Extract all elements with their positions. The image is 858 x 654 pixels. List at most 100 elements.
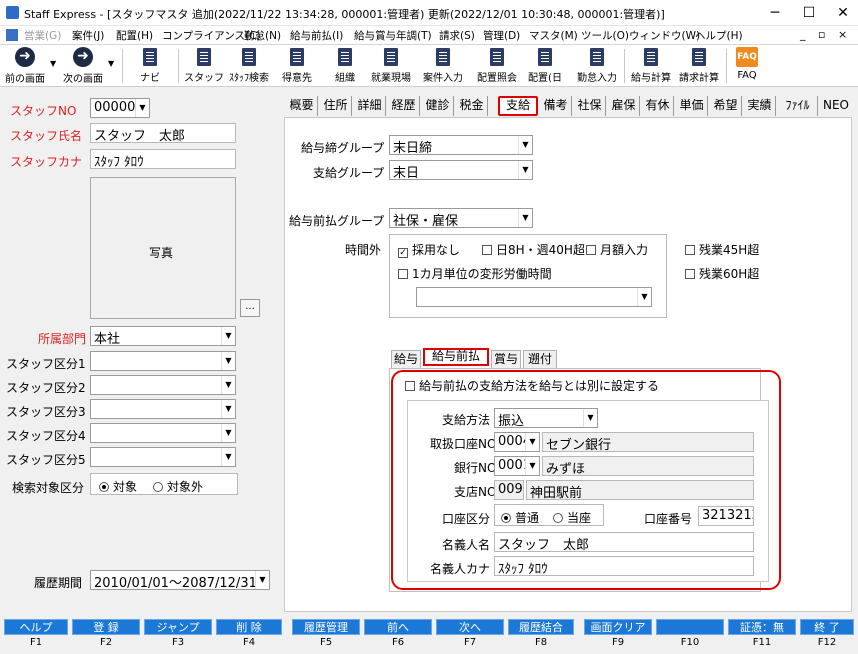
navi-button[interactable]: ナビ xyxy=(130,45,170,87)
history-merge-button[interactable]: 履歴結合 xyxy=(508,619,574,635)
mdi-minimize-button[interactable]: _ xyxy=(800,28,806,41)
clear-screen-button[interactable]: 画面クリア xyxy=(584,619,652,635)
payroll-group-combo[interactable]: 末日締 ▼ xyxy=(389,135,533,155)
staff-kana-field[interactable]: ｽﾀｯﾌ ﾀﾛｳ xyxy=(90,149,236,169)
tab-notes[interactable]: 備考 xyxy=(540,96,572,116)
chevron-down-icon[interactable]: ▼ xyxy=(221,352,235,370)
chevron-down-icon[interactable]: ▼ xyxy=(135,99,149,117)
tab-tax[interactable]: 税金 xyxy=(456,96,488,116)
menu-window[interactable]: ウィンドウ(W) xyxy=(629,28,700,43)
tab-neo[interactable]: NEO xyxy=(820,96,852,116)
tab-paid-leave[interactable]: 有休 xyxy=(642,96,674,116)
staff-search-button[interactable]: ｽﾀｯﾌ検索 xyxy=(226,45,272,87)
photo-browse-button[interactable]: ... xyxy=(240,299,260,317)
faq-button[interactable]: FAQ FAQ xyxy=(730,45,764,87)
tab-files[interactable]: ﾌｧｲﾙ xyxy=(778,96,818,116)
dept-combo[interactable]: 本社 ▼ xyxy=(90,326,236,346)
menu-kyuyo-maebarai[interactable]: 給与前払(I) xyxy=(290,28,343,43)
chevron-down-icon[interactable]: ▼ xyxy=(108,59,114,68)
subtab-salary-advance[interactable]: 給与前払 xyxy=(423,348,489,366)
advance-group-combo[interactable]: 社保・雇保 ▼ xyxy=(389,208,533,228)
mdi-close-button[interactable]: × xyxy=(838,28,847,41)
subtab-retroactive[interactable]: 遡付 xyxy=(523,350,557,368)
separate-method-checkbox[interactable]: 給与前払の支給方法を給与とは別に設定する xyxy=(405,377,659,394)
chevron-down-icon[interactable]: ▼ xyxy=(525,457,539,475)
staff-name-field[interactable]: スタッフ 太郎 xyxy=(90,123,236,143)
tab-payment[interactable]: 支給 xyxy=(498,96,538,116)
prev-screen-button[interactable]: ➜ 前の画面 xyxy=(2,45,48,87)
method-combo[interactable]: 振込 ▼ xyxy=(494,408,598,428)
ot-none-checkbox[interactable]: ✓ 採用なし xyxy=(398,241,460,258)
chevron-down-icon[interactable]: ▼ xyxy=(518,136,532,154)
tab-health[interactable]: 健診 xyxy=(422,96,454,116)
chevron-down-icon[interactable]: ▼ xyxy=(637,288,651,306)
chevron-down-icon[interactable]: ▼ xyxy=(50,59,56,68)
ot-variable-combo[interactable]: ▼ xyxy=(416,287,652,307)
staff-button[interactable]: スタッフ xyxy=(184,45,224,87)
staff-kubun1-combo[interactable]: ▼ xyxy=(90,351,236,371)
menu-anken[interactable]: 案件(J) xyxy=(72,28,104,43)
photo-area[interactable]: 写真 xyxy=(90,177,236,319)
menu-master[interactable]: マスタ(M) xyxy=(529,28,578,43)
customer-button[interactable]: 得意先 xyxy=(274,45,320,87)
delete-button[interactable]: 削 除 xyxy=(216,619,282,635)
tab-career[interactable]: 経歴 xyxy=(388,96,420,116)
tab-employment-insurance[interactable]: 雇保 xyxy=(608,96,640,116)
history-manage-button[interactable]: 履歴管理 xyxy=(292,619,360,635)
ot-45h-checkbox[interactable]: 残業45H超 xyxy=(685,241,759,258)
f10-button[interactable] xyxy=(656,619,724,635)
holder-name-field[interactable]: スタッフ 太郎 xyxy=(494,532,754,552)
menu-kyuyo-nencho[interactable]: 給与賞与年調(T) xyxy=(354,28,432,43)
staff-kubun2-combo[interactable]: ▼ xyxy=(90,375,236,395)
history-period-combo[interactable]: 2010/01/01～2087/12/31 ▼ xyxy=(90,570,270,590)
staff-kubun3-combo[interactable]: ▼ xyxy=(90,399,236,419)
chevron-down-icon[interactable]: ▼ xyxy=(221,400,235,418)
chevron-down-icon[interactable]: ▼ xyxy=(221,424,235,442)
exit-button[interactable]: 終 了 xyxy=(800,619,854,635)
tab-results[interactable]: 実績 xyxy=(744,96,776,116)
subtab-salary[interactable]: 給与 xyxy=(391,350,421,368)
tab-address[interactable]: 住所 xyxy=(320,96,352,116)
pay-group-combo[interactable]: 末日 ▼ xyxy=(389,160,533,180)
staff-no-combo[interactable]: 000005 ▼ xyxy=(90,98,150,118)
close-button[interactable]: ✕ xyxy=(826,0,858,26)
next-button[interactable]: 次へ xyxy=(436,619,504,635)
voucher-button[interactable]: 証憑：無 xyxy=(728,619,796,635)
chevron-down-icon[interactable]: ▼ xyxy=(518,209,532,227)
ot-monthly-input-checkbox[interactable]: 月額入力 xyxy=(586,241,648,258)
menu-kintai[interactable]: 勤怠(N) xyxy=(244,28,281,43)
menu-kanri[interactable]: 管理(D) xyxy=(483,28,520,43)
menu-help[interactable]: ヘルプ(H) xyxy=(695,28,743,43)
jump-button[interactable]: ジャンプ xyxy=(144,619,212,635)
billing-calc-button[interactable]: 請求計算 xyxy=(676,45,722,87)
payroll-calc-button[interactable]: 給与計算 xyxy=(628,45,674,87)
chevron-down-icon[interactable]: ▼ xyxy=(525,433,539,451)
organization-button[interactable]: 組織 xyxy=(322,45,368,87)
chevron-down-icon[interactable]: ▼ xyxy=(221,327,235,345)
chevron-down-icon[interactable]: ▼ xyxy=(583,409,597,427)
chevron-down-icon[interactable]: ▼ xyxy=(255,571,269,589)
maximize-button[interactable]: ☐ xyxy=(792,0,826,26)
chevron-down-icon[interactable]: ▼ xyxy=(221,376,235,394)
subtab-bonus[interactable]: 賞与 xyxy=(491,350,521,368)
minimize-button[interactable]: ─ xyxy=(758,0,792,26)
register-button[interactable]: 登 録 xyxy=(72,619,140,635)
case-input-button[interactable]: 案件入力 xyxy=(420,45,466,87)
tab-social-insurance[interactable]: 社保 xyxy=(574,96,606,116)
search-target-no-radio[interactable]: 対象外 xyxy=(153,478,203,495)
account-type-toza-radio[interactable]: 当座 xyxy=(553,509,591,526)
bank-no-combo[interactable]: 0001 ▼ xyxy=(494,456,540,476)
menu-seikyu[interactable]: 請求(S) xyxy=(439,28,475,43)
attendance-input-button[interactable]: 勤怠入力 xyxy=(574,45,620,87)
chevron-down-icon[interactable]: ▼ xyxy=(221,448,235,466)
tab-unit-price[interactable]: 単価 xyxy=(676,96,708,116)
assignment-query-button[interactable]: 配置照会 xyxy=(474,45,520,87)
assignment-day-button[interactable]: 配置(日 xyxy=(522,45,568,87)
worksite-button[interactable]: 就業現場 xyxy=(368,45,414,87)
staff-kubun5-combo[interactable]: ▼ xyxy=(90,447,236,467)
holder-kana-field[interactable]: ｽﾀｯﾌ ﾀﾛｳ xyxy=(494,556,754,576)
tab-wishes[interactable]: 希望 xyxy=(710,96,742,116)
staff-kubun4-combo[interactable]: ▼ xyxy=(90,423,236,443)
ot-60h-checkbox[interactable]: 残業60H超 xyxy=(685,265,759,282)
chevron-down-icon[interactable]: ▼ xyxy=(518,161,532,179)
